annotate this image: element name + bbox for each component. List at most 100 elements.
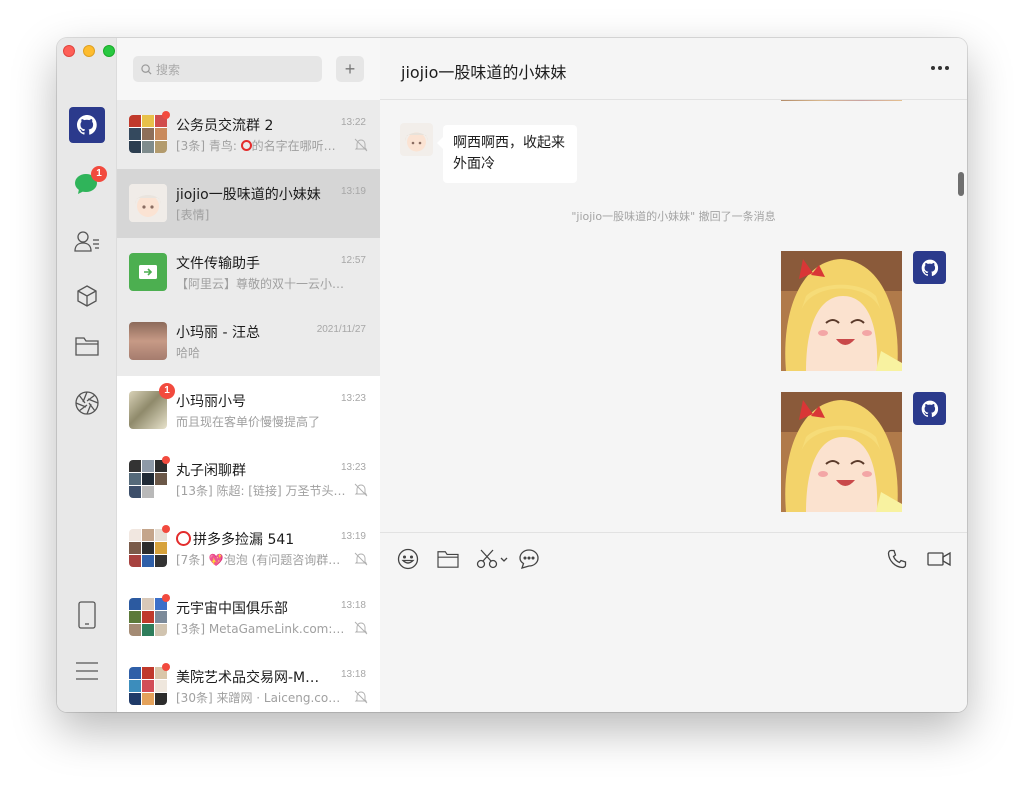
chat-preview: [3条] MetaGameLink.com: nf… bbox=[176, 622, 346, 636]
nav-moments[interactable] bbox=[73, 389, 101, 417]
chat-time: 2021/11/27 bbox=[316, 324, 366, 335]
chat-item-metaverse[interactable]: 元宇宙中国俱乐部 13:18 [3条] MetaGameLink.com: nf… bbox=[117, 583, 380, 652]
chat-name: 小玛丽小号 bbox=[176, 394, 246, 410]
chat-list: 搜索 + 公务员交流群 2 13:22 [3条] 青鸟: 的名字在哪听… jio… bbox=[117, 38, 380, 712]
nav-menu[interactable] bbox=[73, 657, 101, 685]
unread-dot bbox=[162, 111, 170, 119]
chat-name: 美院艺术品交易网-Me... bbox=[176, 670, 326, 686]
chat-bubble-icon bbox=[519, 549, 539, 569]
chat-name: 小玛丽 - 汪总 bbox=[176, 325, 260, 341]
folder-icon bbox=[75, 337, 99, 356]
chat-time: 13:23 bbox=[340, 393, 366, 404]
contact-avatar bbox=[129, 184, 167, 222]
unread-dot bbox=[162, 525, 170, 533]
more-options-button[interactable] bbox=[927, 58, 953, 78]
unread-badge: 1 bbox=[159, 383, 175, 399]
emoji-icon bbox=[397, 548, 419, 570]
my-message-avatar[interactable] bbox=[913, 392, 946, 425]
zoom-window-button[interactable] bbox=[103, 45, 115, 57]
video-call-button[interactable] bbox=[926, 547, 952, 571]
chat-time: 12:57 bbox=[340, 255, 366, 266]
chat-time: 13:18 bbox=[340, 600, 366, 611]
minimize-window-button[interactable] bbox=[83, 45, 95, 57]
chat-name: 拼多多捡漏 541 bbox=[176, 529, 326, 549]
chat-preview: [表情] bbox=[176, 208, 210, 222]
group-avatar bbox=[129, 115, 167, 153]
chat-item-xiaomali-alt[interactable]: 1 小玛丽小号 13:23 而且现在客单价慢慢提高了 bbox=[117, 376, 380, 445]
window-controls bbox=[63, 45, 115, 57]
chat-item-wanzi[interactable]: 丸子闲聊群 13:23 [13条] 陈超: [链接] 万圣节头… bbox=[117, 445, 380, 514]
chat-time: 13:22 bbox=[340, 117, 366, 128]
phone-icon bbox=[887, 549, 907, 569]
unread-dot bbox=[162, 456, 170, 464]
close-window-button[interactable] bbox=[63, 45, 75, 57]
chat-history-button[interactable] bbox=[517, 547, 541, 571]
chat-item-xiaomali-wang[interactable]: 小玛丽 - 汪总 2021/11/27 哈哈 bbox=[117, 307, 380, 376]
nav-phone[interactable] bbox=[73, 601, 101, 629]
nav-chats[interactable]: 1 bbox=[73, 166, 107, 198]
cube-icon bbox=[77, 285, 97, 307]
github-icon bbox=[77, 115, 97, 135]
red-circle-icon bbox=[240, 140, 252, 151]
red-circle-icon bbox=[176, 531, 191, 546]
message-area[interactable]: 啊西啊西，收起来 外面冷 "jiojio一股味道的小妹妹" 撤回了一条消息 bbox=[380, 100, 967, 532]
scissors-icon bbox=[476, 549, 508, 569]
incoming-message-bubble[interactable]: 啊西啊西，收起来 外面冷 bbox=[437, 125, 577, 183]
sticker-image[interactable] bbox=[781, 251, 902, 371]
chat-item-pinduoduo[interactable]: 拼多多捡漏 541 13:19 [7条] 💖泡泡 (有问题咨询群… bbox=[117, 514, 380, 583]
sticker-image[interactable] bbox=[781, 392, 902, 512]
emoji-button[interactable] bbox=[396, 547, 420, 571]
message-input-area[interactable] bbox=[380, 532, 967, 712]
nav-contacts[interactable] bbox=[73, 227, 101, 255]
my-avatar[interactable] bbox=[69, 107, 105, 143]
chat-name: 元宇宙中国俱乐部 bbox=[176, 601, 288, 617]
group-avatar bbox=[129, 529, 167, 567]
group-avatar bbox=[129, 598, 167, 636]
chat-preview: [30条] 来蹭网 · Laiceng.com:… bbox=[176, 691, 346, 705]
chat-preview: 【阿里云】尊敬的双十一云小宝… bbox=[176, 277, 346, 291]
file-transfer-avatar bbox=[129, 253, 167, 291]
file-button[interactable] bbox=[436, 547, 460, 571]
message-text-line: 啊西啊西，收起来 bbox=[453, 135, 565, 151]
chat-item-gongwuyuan[interactable]: 公务员交流群 2 13:22 [3条] 青鸟: 的名字在哪听… bbox=[117, 100, 380, 169]
previous-image-edge bbox=[781, 100, 902, 101]
wechat-window: 1 搜索 + 公务员交流群 2 13:22 [3条] 青鸟: 的名字在哪听… j… bbox=[57, 38, 967, 712]
mute-bell-icon bbox=[354, 483, 368, 497]
group-avatar bbox=[129, 667, 167, 705]
mute-bell-icon bbox=[354, 621, 368, 635]
chat-unread-badge: 1 bbox=[91, 166, 107, 182]
mute-bell-icon bbox=[354, 552, 368, 566]
chat-preview: 哈哈 bbox=[176, 346, 201, 360]
chat-preview: [7条] 💖泡泡 (有问题咨询群… bbox=[176, 553, 341, 567]
screenshot-button[interactable] bbox=[476, 547, 510, 571]
sender-avatar[interactable] bbox=[400, 123, 433, 156]
voice-call-button[interactable] bbox=[885, 547, 909, 571]
video-camera-icon bbox=[927, 551, 951, 567]
nav-bar: 1 bbox=[57, 38, 117, 712]
conversation-header: jiojio一股味道的小妹妹 bbox=[380, 38, 967, 100]
aperture-icon bbox=[75, 391, 99, 415]
my-message-avatar[interactable] bbox=[913, 251, 946, 284]
chat-time: 13:19 bbox=[340, 531, 366, 542]
search-icon bbox=[141, 63, 152, 75]
chat-name: 公务员交流群 2 bbox=[176, 118, 274, 134]
chat-preview: [13条] 陈超: [链接] 万圣节头… bbox=[176, 484, 346, 498]
nav-files[interactable] bbox=[73, 332, 101, 360]
search-input[interactable]: 搜索 bbox=[133, 56, 322, 82]
chat-time: 13:23 bbox=[340, 462, 366, 473]
search-placeholder: 搜索 bbox=[156, 62, 181, 77]
chat-item-art-trade[interactable]: 美院艺术品交易网-Me... 13:18 [30条] 来蹭网 · Laiceng… bbox=[117, 652, 380, 712]
unread-dot bbox=[162, 594, 170, 602]
chat-item-jiojio[interactable]: jiojio一股味道的小妹妹 13:19 [表情] bbox=[117, 169, 380, 238]
add-button[interactable]: + bbox=[336, 56, 364, 82]
chat-preview: 而且现在客单价慢慢提高了 bbox=[176, 415, 321, 429]
chat-preview: [3条] 青鸟: 的名字在哪听… bbox=[176, 139, 336, 153]
chat-name: jiojio一股味道的小妹妹 bbox=[176, 187, 321, 203]
contact-avatar bbox=[129, 322, 167, 360]
file-transfer-icon bbox=[139, 265, 157, 279]
message-scrollbar[interactable] bbox=[958, 172, 964, 196]
menu-icon bbox=[76, 662, 98, 680]
nav-favorites[interactable] bbox=[73, 282, 101, 310]
chat-item-file-transfer[interactable]: 文件传输助手 12:57 【阿里云】尊敬的双十一云小宝… bbox=[117, 238, 380, 307]
unread-dot bbox=[162, 663, 170, 671]
